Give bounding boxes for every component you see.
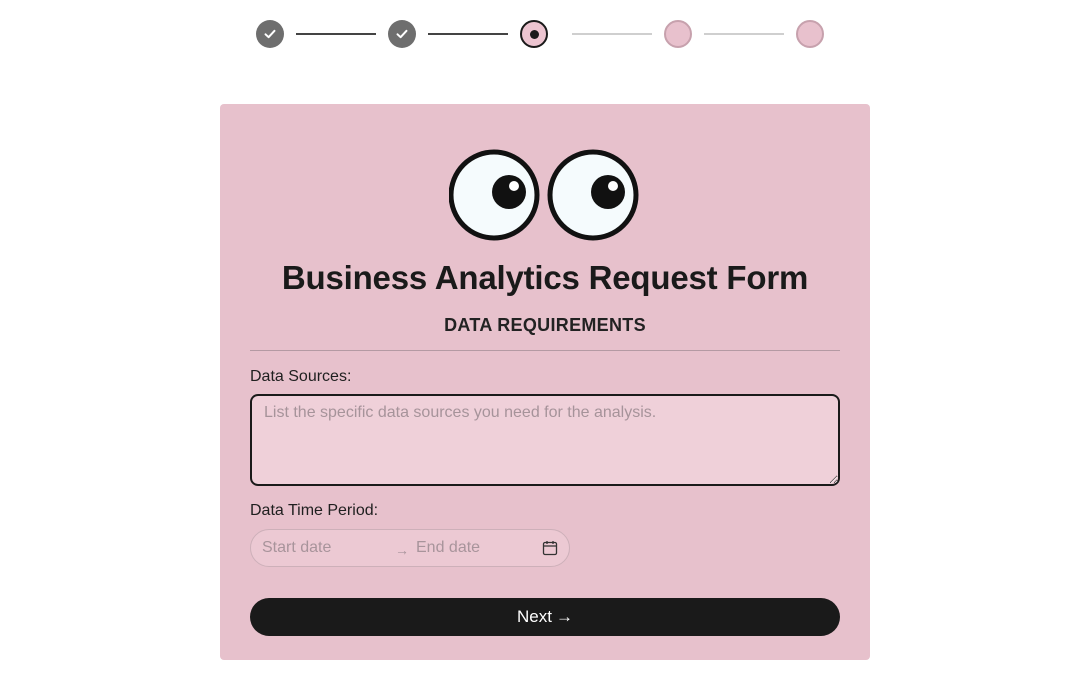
step-5-pending: [796, 20, 824, 48]
data-sources-textarea[interactable]: [250, 394, 840, 486]
form-card: Business Analytics Request Form DATA REQ…: [220, 104, 870, 660]
calendar-icon[interactable]: [542, 540, 558, 556]
dot-icon: [529, 29, 539, 39]
section-heading: DATA REQUIREMENTS: [444, 315, 646, 335]
step-3-current: [520, 20, 548, 48]
step-connector: [704, 33, 784, 35]
date-range-picker[interactable]: →: [250, 529, 570, 567]
step-4-pending: [664, 20, 692, 48]
step-connector: [428, 33, 508, 35]
arrow-right-icon: →: [555, 607, 573, 626]
next-button[interactable]: Next →: [250, 598, 840, 636]
end-date-input[interactable]: [416, 539, 542, 557]
data-sources-label: Data Sources:: [250, 368, 352, 385]
googly-eyes-icon: [449, 149, 639, 241]
step-connector: [572, 33, 652, 35]
progress-stepper: [256, 20, 824, 48]
data-time-period-label: Data Time Period:: [250, 502, 379, 519]
form-title: Business Analytics Request Form: [281, 259, 809, 296]
step-connector: [296, 33, 376, 35]
step-2-complete: [388, 20, 416, 48]
range-separator: →: [395, 542, 409, 558]
start-date-input[interactable]: [262, 539, 388, 557]
check-icon: [396, 29, 408, 39]
step-1-complete: [256, 20, 284, 48]
next-button-label: Next: [517, 607, 552, 626]
check-icon: [264, 29, 276, 39]
section-divider: [250, 350, 840, 351]
